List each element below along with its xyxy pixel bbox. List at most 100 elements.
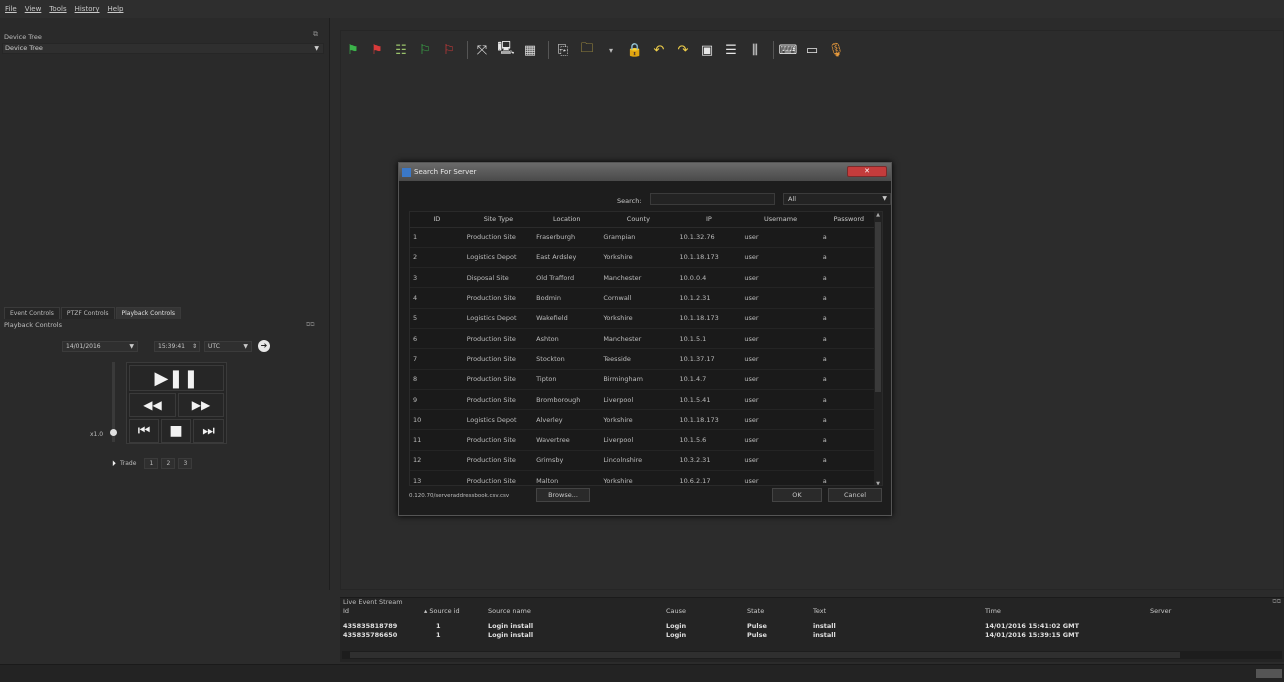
table-cell: user bbox=[741, 328, 820, 350]
table-row[interactable]: 3 Disposal Site Old Trafford Manchester 10.0… bbox=[410, 267, 878, 289]
table-cell: 12 bbox=[410, 450, 464, 472]
column-header[interactable]: IP bbox=[676, 212, 742, 228]
table-row[interactable]: 8 Production Site Tipton Birmingham 10.1.4.7… bbox=[410, 369, 878, 390]
table-row[interactable]: 10 Logistics Depot Alverley Yorkshire 10.1.1… bbox=[410, 409, 878, 431]
play-pause-button[interactable]: ▶❚❚ bbox=[129, 365, 224, 391]
table-cell: a bbox=[819, 348, 878, 370]
server-table: ID Site Type Location County IP Username… bbox=[409, 211, 883, 486]
column-header[interactable]: Time bbox=[985, 607, 1001, 615]
close-button[interactable]: ✕ bbox=[847, 166, 887, 177]
folder-icon[interactable]: 🗀 bbox=[577, 40, 597, 60]
green-flag-icon[interactable]: ⚑ bbox=[343, 40, 363, 60]
table-row[interactable]: 9 Production Site Bromborough Liverpool 10.1… bbox=[410, 389, 878, 411]
resize-grip[interactable] bbox=[1256, 669, 1282, 678]
search-input[interactable] bbox=[650, 193, 775, 205]
network-icon[interactable]: ☷ bbox=[391, 40, 411, 60]
column-header[interactable]: Site Type bbox=[463, 212, 534, 228]
column-header[interactable]: Username bbox=[741, 212, 820, 228]
table-row[interactable]: 5 Logistics Depot Wakefield Yorkshire 10.1.1… bbox=[410, 308, 878, 329]
horizontal-scrollbar[interactable] bbox=[342, 651, 1282, 659]
green-flags-icon[interactable]: ⚐ bbox=[415, 40, 435, 60]
table-row[interactable]: 1 Production Site Fraserburgh Grampian 10.1.… bbox=[410, 227, 878, 248]
browse-button[interactable]: Browse... bbox=[536, 488, 590, 502]
ok-button[interactable]: OK bbox=[772, 488, 822, 502]
toolbar-separator bbox=[773, 41, 774, 59]
red-flag-icon[interactable]: ⚑ bbox=[367, 40, 387, 60]
search-filter-select[interactable]: All ▼ bbox=[783, 193, 891, 205]
redo-icon[interactable]: ↷ bbox=[673, 40, 693, 60]
date-field[interactable]: 14/01/2016 ▼ bbox=[62, 341, 138, 352]
export-icon[interactable]: ⎘ bbox=[553, 40, 573, 60]
skip-end-button[interactable]: ⏭ bbox=[193, 419, 224, 443]
dialog-title-bar[interactable]: Search For Server ✕ bbox=[399, 163, 891, 181]
device-tree-combo[interactable]: Device Tree ▼ bbox=[2, 43, 324, 54]
skip-start-button[interactable]: ⏮ bbox=[129, 419, 159, 443]
table-row[interactable]: 13 Production Site Malton Yorkshire 10.6.2.1… bbox=[410, 470, 878, 485]
trade-button-2[interactable]: 2 bbox=[161, 458, 176, 469]
column-header[interactable]: County bbox=[600, 212, 677, 228]
go-arrow-icon[interactable]: ➔ bbox=[258, 340, 270, 352]
cancel-button[interactable]: Cancel bbox=[828, 488, 882, 502]
column-header[interactable]: Id bbox=[343, 607, 349, 615]
rewind-button[interactable]: ◀◀ bbox=[129, 393, 176, 417]
table-cell: a bbox=[819, 287, 878, 309]
mixer-icon[interactable]: ⫼ bbox=[745, 40, 765, 60]
menu-view[interactable]: View bbox=[25, 5, 42, 13]
column-header[interactable]: Server bbox=[1150, 607, 1171, 615]
dropdown-icon[interactable]: ▾ bbox=[601, 40, 621, 60]
column-header[interactable]: ▴ Source id bbox=[424, 607, 460, 615]
time-field[interactable]: 15:39:41 ⇕ bbox=[154, 341, 200, 352]
table-cell: Tipton bbox=[533, 369, 601, 390]
screen-icon[interactable]: ▭ bbox=[802, 40, 822, 60]
list-settings-icon[interactable]: ☰ bbox=[721, 40, 741, 60]
snapshot-icon[interactable]: ▣ bbox=[697, 40, 717, 60]
float-panel-icon[interactable]: ⧉ bbox=[313, 30, 318, 39]
speed-slider-handle[interactable] bbox=[110, 429, 117, 436]
table-cell: user bbox=[741, 287, 820, 309]
table-row[interactable]: 12 Production Site Grimsby Lincolnshire 10.3… bbox=[410, 450, 878, 472]
float-panel-icon[interactable]: ⧉⧉ bbox=[1272, 598, 1281, 606]
timezone-select[interactable]: UTC ▼ bbox=[204, 341, 252, 352]
undo-icon[interactable]: ↶ bbox=[649, 40, 669, 60]
vertical-scrollbar[interactable]: ▲ ▼ bbox=[874, 212, 882, 485]
trade-button-3[interactable]: 3 bbox=[178, 458, 193, 469]
table-row[interactable]: 2 Logistics Depot East Ardsley Yorkshire 10.… bbox=[410, 247, 878, 269]
lock-icon[interactable]: 🔒 bbox=[625, 40, 645, 60]
stop-button[interactable]: ■ bbox=[161, 419, 191, 443]
red-flags-icon[interactable]: ⚐ bbox=[439, 40, 459, 60]
column-header[interactable]: Text bbox=[813, 607, 826, 615]
menu-history[interactable]: History bbox=[75, 5, 100, 13]
table-row[interactable]: 4 Production Site Bodmin Cornwall 10.1.2.31 u… bbox=[410, 287, 878, 309]
table-cell: Ashton bbox=[533, 328, 601, 350]
tab-event-controls[interactable]: Event Controls bbox=[4, 307, 60, 319]
column-header[interactable]: State bbox=[747, 607, 764, 615]
tab-ptzf-controls[interactable]: PTZF Controls bbox=[60, 307, 115, 319]
fast-forward-button[interactable]: ▶▶ bbox=[178, 393, 224, 417]
menu-help[interactable]: Help bbox=[108, 5, 124, 13]
column-header[interactable]: Source name bbox=[488, 607, 531, 615]
table-cell: 9 bbox=[410, 389, 464, 411]
microphone-icon[interactable]: 🎙 bbox=[826, 40, 846, 60]
float-panel-icon[interactable]: ⧉⧉ bbox=[306, 321, 315, 329]
tab-playback-controls[interactable]: Playback Controls bbox=[115, 307, 181, 319]
monitor-icon[interactable]: 🖳 bbox=[496, 40, 516, 60]
trade-button-1[interactable]: 1 bbox=[144, 458, 159, 469]
fullscreen-icon[interactable]: ⤧ bbox=[472, 40, 492, 60]
table-row[interactable]: 11 Production Site Wavertree Liverpool 10.1.… bbox=[410, 429, 878, 451]
column-header[interactable]: Cause bbox=[666, 607, 686, 615]
chevron-down-icon: ▼ bbox=[314, 45, 319, 52]
layout-icon[interactable]: ▦ bbox=[520, 40, 540, 60]
menu-tools[interactable]: Tools bbox=[49, 5, 66, 13]
keyboard-icon[interactable]: ⌨ bbox=[778, 40, 798, 60]
trade-play-icon[interactable]: ⏵ bbox=[112, 459, 116, 469]
scrollbar-thumb[interactable] bbox=[350, 652, 1180, 658]
table-row[interactable]: 7 Production Site Stockton Teesside 10.1.37.… bbox=[410, 348, 878, 370]
playback-title: Playback Controls bbox=[4, 321, 62, 329]
menu-file[interactable]: File bbox=[5, 5, 17, 13]
column-header[interactable]: Location bbox=[533, 212, 601, 228]
scrollbar-thumb[interactable] bbox=[875, 222, 881, 392]
table-row[interactable]: 6 Production Site Ashton Manchester 10.1.5.1… bbox=[410, 328, 878, 350]
scroll-up-icon[interactable]: ▲ bbox=[874, 212, 882, 218]
column-header[interactable]: ID bbox=[410, 212, 464, 228]
column-header[interactable]: Password bbox=[819, 212, 878, 228]
